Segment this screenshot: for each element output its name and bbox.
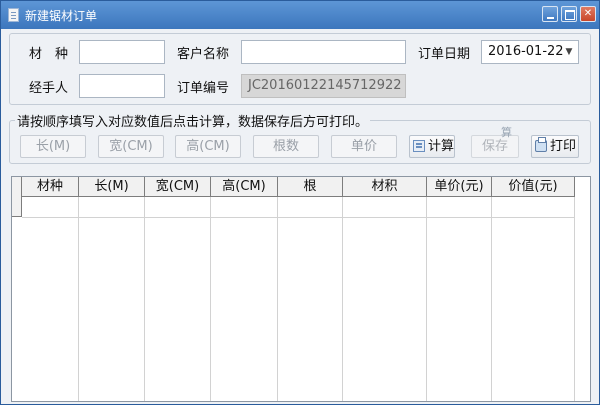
calculate-button[interactable]: 计算 xyxy=(409,135,455,158)
length-input[interactable]: 长(M) xyxy=(20,135,86,158)
title-bar[interactable]: 新建锯材订单 ✕ xyxy=(1,1,599,29)
grid-line xyxy=(144,197,145,401)
grid-line xyxy=(78,197,79,401)
window-title: 新建锯材订单 xyxy=(25,9,98,23)
grid-line xyxy=(210,197,211,401)
material-input[interactable] xyxy=(79,40,165,64)
maximize-button[interactable] xyxy=(561,6,577,22)
material-label: 材 种 xyxy=(29,47,69,62)
handler-label: 经手人 xyxy=(29,81,69,96)
handler-input[interactable] xyxy=(79,74,165,98)
print-button[interactable]: 打印 xyxy=(531,135,579,158)
calculator-icon xyxy=(413,140,425,152)
column-header-volume[interactable]: 材积 xyxy=(343,177,427,197)
row-header[interactable] xyxy=(12,197,22,217)
column-header-value[interactable]: 价值(元) xyxy=(492,177,575,197)
grid-line xyxy=(342,197,343,401)
ghost-label: 算 xyxy=(501,126,512,139)
chevron-down-icon[interactable]: ▼ xyxy=(564,46,574,58)
column-header-width[interactable]: 宽(CM) xyxy=(145,177,211,197)
grid-line xyxy=(574,197,575,401)
customer-label: 客户名称 xyxy=(177,47,230,62)
close-button[interactable]: ✕ xyxy=(580,6,596,22)
table-corner xyxy=(12,177,22,197)
calculate-label: 计算 xyxy=(428,139,455,154)
width-input[interactable]: 宽(CM) xyxy=(98,135,164,158)
order-date-value: 2016-01-22 xyxy=(488,44,564,59)
column-header-length[interactable]: 长(M) xyxy=(79,177,145,197)
column-header-species[interactable]: 材种 xyxy=(22,177,79,197)
entry-instructions: 请按顺序填写入对应数值后点击计算，数据保存后方可打印。 xyxy=(15,111,371,130)
table-row[interactable] xyxy=(22,217,575,218)
grid-line xyxy=(491,197,492,401)
height-input[interactable]: 高(CM) xyxy=(175,135,241,158)
order-window: 新建锯材订单 ✕ 材 种 客户名称 订单日期 2016-01-22 ▼ 经手人 … xyxy=(0,0,600,405)
order-date-label: 订单日期 xyxy=(418,47,471,62)
printer-icon xyxy=(535,137,547,152)
grid-line xyxy=(277,197,278,401)
order-no-label: 订单编号 xyxy=(177,81,230,96)
count-input[interactable]: 根数 xyxy=(253,135,319,158)
print-label: 打印 xyxy=(550,139,577,154)
column-header-unit-price[interactable]: 单价(元) xyxy=(427,177,492,197)
customer-input[interactable] xyxy=(241,40,406,64)
save-label: 保存 xyxy=(481,139,508,154)
grid-line xyxy=(426,197,427,401)
unit-price-input[interactable]: 单价 xyxy=(331,135,397,158)
document-icon xyxy=(8,8,19,22)
column-header-count[interactable]: 根 xyxy=(278,177,343,197)
minimize-button[interactable] xyxy=(542,6,558,22)
order-table[interactable]: 材种 长(M) 宽(CM) 高(CM) 根 材积 单价(元) 价值(元) xyxy=(11,176,591,402)
column-header-height[interactable]: 高(CM) xyxy=(211,177,278,197)
order-no-field: JC20160122145712922 xyxy=(241,74,406,98)
order-date-picker[interactable]: 2016-01-22 ▼ xyxy=(481,40,579,64)
